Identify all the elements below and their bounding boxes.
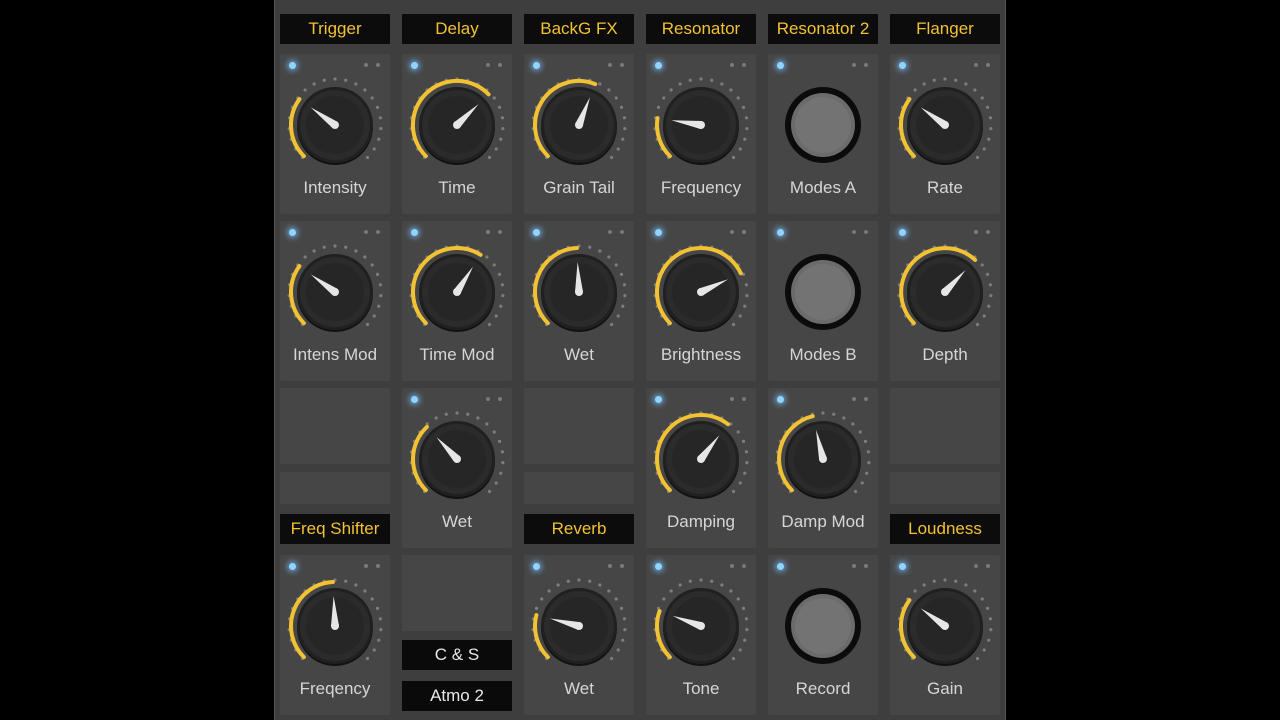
knob-label: Rate: [927, 178, 963, 197]
knob[interactable]: [895, 68, 995, 174]
header-resonator: Resonator: [646, 14, 756, 44]
knob[interactable]: [895, 569, 995, 675]
knob-label: Gain: [927, 679, 963, 698]
empty-slot: [890, 472, 1000, 504]
knob[interactable]: [773, 402, 873, 508]
c-and-s-button[interactable]: C & S: [402, 640, 512, 670]
empty-slot: [524, 472, 634, 504]
empty-slot: [524, 388, 634, 464]
header-flanger: Flanger: [890, 14, 1000, 44]
menu-dots-icon: [852, 63, 868, 67]
menu-dots-icon: [364, 63, 380, 67]
knob-tile-intensity[interactable]: Intensity: [280, 54, 390, 214]
knob[interactable]: [529, 569, 629, 675]
empty-slot: [890, 388, 1000, 464]
knob[interactable]: [407, 402, 507, 508]
knob-tile-time[interactable]: Time: [402, 54, 512, 214]
knob-tile-frequency[interactable]: Frequency: [646, 54, 756, 214]
knob-tile-rate[interactable]: Rate: [890, 54, 1000, 214]
knob-label: Record: [795, 679, 851, 698]
header-resonator-2: Resonator 2: [768, 14, 878, 44]
menu-dots-icon: [364, 564, 380, 568]
knob-label: Time Mod: [419, 345, 495, 364]
knob-label: Damping: [666, 512, 736, 531]
menu-dots-icon: [486, 230, 502, 234]
knob-label: Modes A: [789, 178, 857, 197]
menu-dots-icon: [730, 397, 746, 401]
knob-label: Intensity: [303, 178, 367, 197]
knob-tile-tone[interactable]: Tone: [646, 555, 756, 715]
knob[interactable]: [651, 235, 751, 341]
header-loudness: Loudness: [890, 514, 1000, 544]
knob[interactable]: [285, 569, 385, 675]
menu-dots-icon: [730, 564, 746, 568]
knob[interactable]: [407, 235, 507, 341]
knob-label: Frequency: [660, 178, 742, 197]
menu-dots-icon: [974, 63, 990, 67]
knob-label: Wet: [564, 679, 594, 698]
knob-tile-intens-mod[interactable]: Intens Mod: [280, 221, 390, 381]
effects-panel: Trigger Delay BackG FX Resonator Resonat…: [274, 0, 1006, 720]
knob-label: Wet: [564, 345, 594, 364]
knob[interactable]: [651, 68, 751, 174]
menu-dots-icon: [730, 230, 746, 234]
header-reverb: Reverb: [524, 514, 634, 544]
header-freq-shifter: Freq Shifter: [280, 514, 390, 544]
knob-tile-freqency[interactable]: Freqency: [280, 555, 390, 715]
empty-slot: [280, 472, 390, 504]
menu-dots-icon: [486, 63, 502, 67]
knob-label: Tone: [682, 679, 720, 698]
menu-dots-icon: [852, 564, 868, 568]
knob[interactable]: [407, 68, 507, 174]
knob-tile-gain[interactable]: Gain: [890, 555, 1000, 715]
menu-dots-icon: [852, 397, 868, 401]
knob-label: Modes B: [789, 345, 857, 364]
header-delay: Delay: [402, 14, 512, 44]
menu-dots-icon: [852, 230, 868, 234]
button-tile-record[interactable]: Record: [768, 555, 878, 715]
knob-tile-delay-wet[interactable]: Wet: [402, 388, 512, 548]
empty-slot: [280, 388, 390, 464]
knob-label: Freqency: [299, 679, 371, 698]
round-button[interactable]: [773, 569, 873, 675]
knob-tile-backg-wet[interactable]: Wet: [524, 221, 634, 381]
button-tile-modes-a[interactable]: Modes A: [768, 54, 878, 214]
knob-label: Brightness: [660, 345, 742, 364]
knob[interactable]: [651, 402, 751, 508]
knob-tile-damp-mod[interactable]: Damp Mod: [768, 388, 878, 548]
knob[interactable]: [285, 68, 385, 174]
menu-dots-icon: [486, 397, 502, 401]
menu-dots-icon: [608, 63, 624, 67]
knob[interactable]: [529, 235, 629, 341]
knob[interactable]: [651, 569, 751, 675]
knob-label: Grain Tail: [543, 178, 615, 197]
round-button[interactable]: [773, 235, 873, 341]
knob-tile-grain-tail[interactable]: Grain Tail: [524, 54, 634, 214]
knob[interactable]: [529, 68, 629, 174]
knob-tile-brightness[interactable]: Brightness: [646, 221, 756, 381]
round-button[interactable]: [773, 68, 873, 174]
button-tile-modes-b[interactable]: Modes B: [768, 221, 878, 381]
knob-tile-reverb-wet[interactable]: Wet: [524, 555, 634, 715]
empty-slot: [402, 555, 512, 631]
knob-label: Depth: [922, 345, 968, 364]
menu-dots-icon: [608, 230, 624, 234]
knob[interactable]: [285, 235, 385, 341]
menu-dots-icon: [974, 564, 990, 568]
header-trigger: Trigger: [280, 14, 390, 44]
knob-label: Wet: [442, 512, 472, 531]
knob-label: Intens Mod: [292, 345, 378, 364]
menu-dots-icon: [364, 230, 380, 234]
knob-label: Damp Mod: [781, 512, 865, 531]
menu-dots-icon: [730, 63, 746, 67]
menu-dots-icon: [974, 230, 990, 234]
knob-tile-depth[interactable]: Depth: [890, 221, 1000, 381]
atmo-2-button[interactable]: Atmo 2: [402, 681, 512, 711]
knob-tile-time-mod[interactable]: Time Mod: [402, 221, 512, 381]
knob-tile-damping[interactable]: Damping: [646, 388, 756, 548]
header-backg-fx: BackG FX: [524, 14, 634, 44]
knob-label: Time: [438, 178, 476, 197]
knob[interactable]: [895, 235, 995, 341]
menu-dots-icon: [608, 564, 624, 568]
